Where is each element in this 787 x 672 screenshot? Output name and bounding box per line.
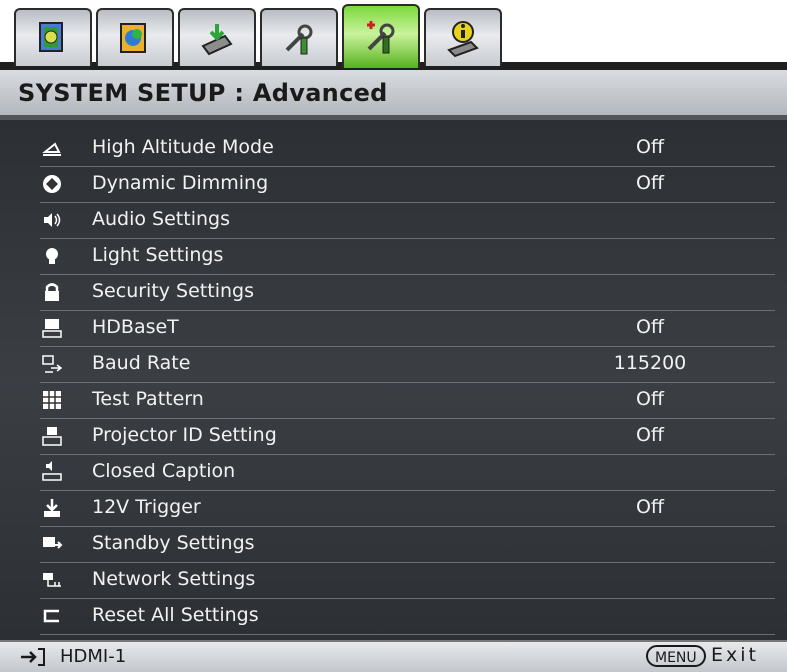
menu-item-audio-settings[interactable]: Audio Settings (40, 202, 775, 239)
lock-icon (40, 280, 64, 304)
menu-item-label: Dynamic Dimming (92, 172, 269, 194)
menu-item-baud-rate[interactable]: Baud Rate 115200 (40, 346, 775, 383)
tab-system-setup-advanced[interactable] (342, 4, 420, 68)
menu-item-label: Baud Rate (92, 352, 191, 374)
system-setup-advanced-icon (367, 21, 395, 54)
high-altitude-icon (40, 136, 64, 160)
menu-item-closed-caption[interactable]: Closed Caption (40, 454, 775, 491)
menu-item-hdbaset[interactable]: HDBaseT Off (40, 310, 775, 347)
menu-item-label: Standby Settings (92, 532, 255, 554)
menu-item-network-settings[interactable]: Network Settings (40, 562, 775, 599)
tab-bar (0, 0, 787, 70)
menu-item-label: Light Settings (92, 244, 224, 266)
current-source: HDMI-1 (60, 646, 127, 667)
light-bulb-icon (40, 244, 64, 268)
menu-item-label: Security Settings (92, 280, 254, 302)
menu-item-test-pattern[interactable]: Test Pattern Off (40, 382, 775, 419)
menu-item-projector-id-setting[interactable]: Projector ID Setting Off (40, 418, 775, 455)
tab-information[interactable] (424, 8, 502, 66)
menu-item-label: Projector ID Setting (92, 424, 277, 446)
osd-menu: SYSTEM SETUP : Advanced High Altitude Mo… (0, 0, 787, 672)
menu-item-value: Off (635, 136, 665, 158)
baud-rate-icon (40, 352, 64, 376)
exit-label: Exit (711, 644, 759, 666)
menu-item-value: Off (635, 496, 665, 518)
menu-item-label: Network Settings (92, 568, 256, 590)
menu-item-label: Audio Settings (92, 208, 230, 230)
menu-item-label: Reset All Settings (92, 604, 259, 626)
hdbaset-icon (40, 316, 64, 340)
projector-id-icon (40, 424, 64, 448)
menu-item-label: 12V Trigger (92, 496, 201, 518)
status-bar: HDMI-1 MENU Exit (0, 640, 787, 672)
page-title: SYSTEM SETUP : Advanced (18, 79, 388, 107)
menu-item-high-altitude-mode[interactable]: High Altitude Mode Off (40, 130, 775, 167)
input-source-icon (21, 648, 45, 666)
menu-item-12v-trigger[interactable]: 12V Trigger Off (40, 490, 775, 527)
dynamic-dimming-icon (40, 172, 64, 196)
closed-caption-icon (40, 460, 64, 484)
title-bar: SYSTEM SETUP : Advanced (0, 70, 787, 120)
menu-item-dynamic-dimming[interactable]: Dynamic Dimming Off (40, 166, 775, 203)
menu-item-standby-settings[interactable]: Standby Settings (40, 526, 775, 563)
settings-list: High Altitude Mode Off Dynamic Dimming O… (0, 120, 787, 640)
source-input-icon (201, 24, 233, 56)
tab-system-setup-basic[interactable] (260, 8, 338, 66)
menu-item-label: High Altitude Mode (92, 136, 274, 158)
menu-item-value: Off (635, 172, 665, 194)
information-icon (447, 21, 479, 58)
menu-item-value: Off (635, 424, 665, 446)
audio-icon (40, 208, 64, 232)
menu-item-security-settings[interactable]: Security Settings (40, 274, 775, 311)
menu-item-value: 115200 (613, 352, 687, 374)
menu-item-value: Off (635, 316, 665, 338)
menu-item-label: Closed Caption (92, 460, 236, 482)
picture-icon (39, 22, 63, 52)
test-pattern-icon (40, 388, 64, 412)
network-icon (40, 568, 64, 592)
color-picture-icon (120, 23, 146, 53)
menu-item-value: Off (635, 388, 665, 410)
system-setup-basic-icon (285, 24, 313, 55)
tab-source[interactable] (178, 8, 256, 66)
menu-item-label: HDBaseT (92, 316, 179, 338)
trigger-icon (40, 496, 64, 520)
menu-item-light-settings[interactable]: Light Settings (40, 238, 775, 275)
tab-picture[interactable] (14, 8, 92, 66)
reset-icon (40, 604, 64, 628)
menu-item-label: Test Pattern (92, 388, 204, 410)
tab-color-picture[interactable] (96, 8, 174, 66)
menu-item-reset-all-settings[interactable]: Reset All Settings (40, 598, 775, 635)
standby-icon (40, 532, 64, 556)
menu-key-button[interactable]: MENU (646, 645, 706, 667)
